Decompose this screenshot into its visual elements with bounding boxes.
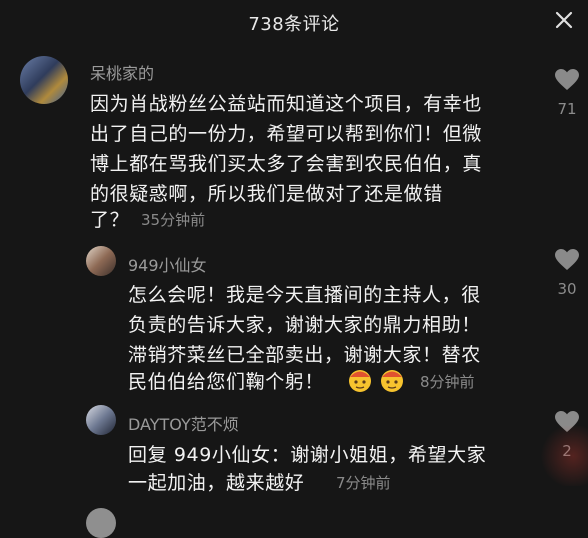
reply-username[interactable]: 949小仙女 bbox=[128, 252, 207, 276]
like-count: 2 bbox=[562, 442, 572, 460]
like-count: 71 bbox=[557, 100, 577, 118]
comment-text-line: 了？ bbox=[90, 209, 130, 231]
bowing-emoji bbox=[349, 370, 371, 392]
reply-text-line: 负责的告诉大家，谢谢大家的鼎力相助！ bbox=[128, 314, 481, 336]
avatar[interactable] bbox=[20, 56, 68, 104]
comment-username[interactable]: 呆桃家的 bbox=[90, 60, 154, 84]
reply-text-line: 回复 949小仙女：谢谢小姐姐，希望大家 bbox=[128, 440, 486, 467]
like-button[interactable]: 71 bbox=[547, 68, 587, 118]
comment-text-line: 出了自己的一份力，希望可以帮到你们！但微 bbox=[90, 123, 483, 145]
reply-text-line: 民伯伯给您们鞠个躬！ bbox=[128, 371, 325, 393]
heart-icon bbox=[555, 69, 579, 90]
like-button[interactable]: 2 bbox=[547, 410, 587, 460]
comment-text-line: 因为肖战粉丝公益站而知道这个项目，有幸也 bbox=[90, 93, 483, 115]
heart-icon bbox=[555, 249, 579, 270]
comments-header: 738条评论 bbox=[0, 0, 588, 44]
avatar[interactable] bbox=[86, 508, 116, 538]
avatar[interactable] bbox=[86, 405, 116, 435]
heart-icon bbox=[555, 411, 579, 432]
comment-count-title: 738条评论 bbox=[248, 14, 340, 35]
comment-text-line: 博上都在骂我们买太多了会害到农民伯伯，真 bbox=[90, 153, 483, 175]
reply-text-line: 一起加油，越来越好 bbox=[128, 472, 305, 494]
comment-text-line: 的很疑惑啊，所以我们是做对了还是做错 bbox=[90, 183, 443, 205]
like-count: 30 bbox=[557, 280, 577, 298]
close-button[interactable] bbox=[554, 10, 574, 30]
reply-text-line: 怎么会呢！我是今天直播间的主持人，很 bbox=[128, 284, 481, 306]
reply-username[interactable]: DAYTOY范不烦 bbox=[128, 411, 239, 435]
reply-timestamp: 8分钟前 bbox=[420, 373, 475, 391]
reply-text: 谢谢小姐姐，希望大家 bbox=[290, 444, 487, 466]
close-icon bbox=[555, 11, 573, 29]
reply-text-line: 滞销芥菜丝已全部卖出，谢谢大家！替农 bbox=[128, 344, 481, 366]
avatar[interactable] bbox=[86, 246, 116, 276]
comment-timestamp: 35分钟前 bbox=[141, 211, 206, 229]
like-button[interactable]: 30 bbox=[547, 248, 587, 298]
reply-to-prefix[interactable]: 回复 949小仙女： bbox=[128, 444, 290, 466]
reply-timestamp: 7分钟前 bbox=[336, 474, 391, 492]
bowing-emoji bbox=[381, 370, 403, 392]
